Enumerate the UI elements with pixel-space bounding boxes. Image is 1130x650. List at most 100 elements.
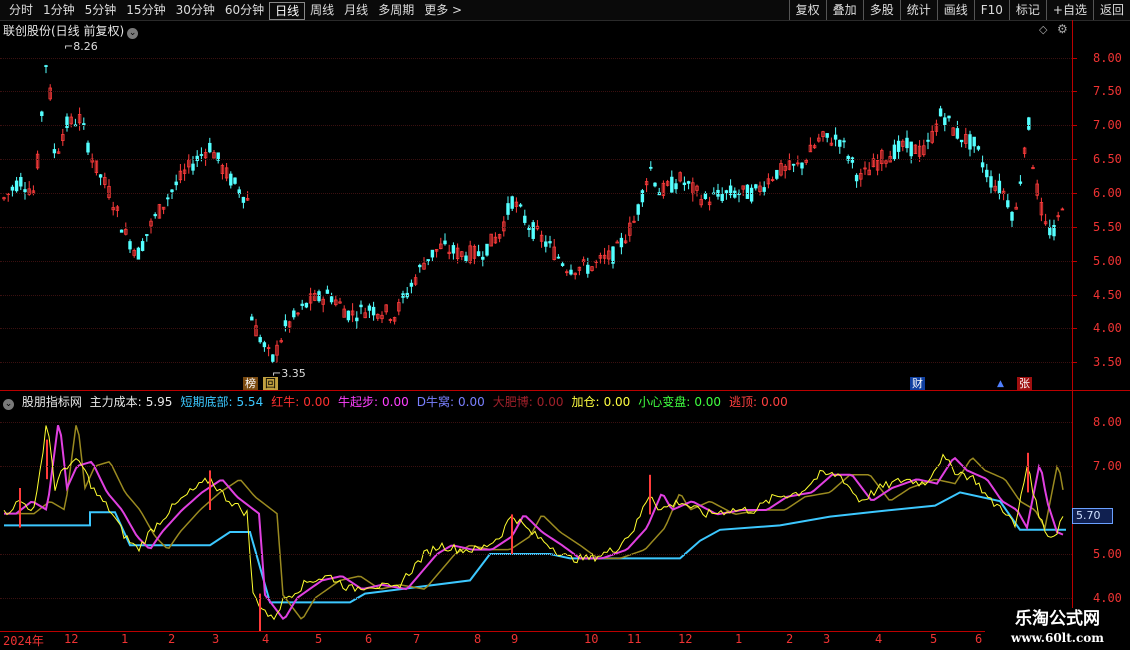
candle-body bbox=[586, 264, 590, 274]
candle-body bbox=[523, 215, 527, 223]
time-axis-label: 8 bbox=[474, 632, 482, 646]
return-badge[interactable]: 回 bbox=[263, 377, 278, 390]
candle-body bbox=[119, 229, 124, 233]
candle-body bbox=[985, 169, 989, 178]
indicator-name[interactable]: 股朋指标网 bbox=[22, 395, 82, 409]
time-axis-label: 4 bbox=[875, 632, 883, 646]
candle-body bbox=[825, 133, 829, 138]
candle-body bbox=[1010, 211, 1014, 221]
indicator-item: 大肥博: 0.00 bbox=[493, 395, 568, 409]
pane-divider[interactable] bbox=[0, 390, 1130, 391]
candle-body bbox=[674, 183, 678, 190]
up-triangle-icon[interactable]: ▲ bbox=[995, 378, 1006, 391]
low-label: 3.35 bbox=[281, 367, 306, 380]
candle-body bbox=[409, 282, 414, 287]
candle-body bbox=[556, 256, 561, 259]
axis-tick bbox=[1073, 58, 1077, 59]
candle-body bbox=[1027, 117, 1031, 130]
candle-body bbox=[485, 243, 489, 256]
rise-badge[interactable]: 张 bbox=[1017, 377, 1032, 390]
candle-body bbox=[972, 136, 976, 147]
indicator-item-label: 主力成本: bbox=[89, 395, 142, 409]
time-axis-label: 6 bbox=[365, 632, 373, 646]
indicator-values: 主力成本: 5.95 短期底部: 5.54 红牛: 0.00 牛起步: 0.00 D牛窝: 0.0… bbox=[90, 395, 796, 409]
axis-tick bbox=[1073, 159, 1077, 160]
candle-body bbox=[208, 142, 212, 153]
candle-body bbox=[653, 182, 657, 187]
candle-body bbox=[800, 162, 804, 169]
candle-body bbox=[262, 342, 267, 348]
kline-chart[interactable] bbox=[0, 0, 1072, 631]
toolbar-button-8[interactable]: 返回 bbox=[1092, 0, 1130, 20]
time-axis-label: 1 bbox=[735, 632, 743, 646]
candle-body bbox=[938, 108, 943, 117]
candle-body bbox=[443, 240, 447, 245]
candle-body bbox=[531, 222, 535, 239]
indicator-item-value: 5.54 bbox=[236, 395, 264, 409]
candle-body bbox=[892, 144, 897, 160]
indicator-item-value: 0.00 bbox=[694, 395, 722, 409]
candle-body bbox=[510, 196, 514, 209]
candle-body bbox=[451, 245, 456, 254]
candle-body bbox=[854, 174, 859, 182]
candle-body bbox=[560, 263, 565, 266]
candle-body bbox=[241, 196, 246, 203]
indicator-item-label: 加仓: bbox=[571, 395, 600, 409]
candle-body bbox=[304, 302, 309, 308]
candle-body bbox=[733, 190, 737, 198]
time-axis-label: 9 bbox=[511, 632, 519, 646]
grid-line bbox=[0, 91, 1072, 92]
candle-body bbox=[518, 204, 523, 207]
axis-tick bbox=[1073, 193, 1077, 194]
candle-body bbox=[506, 203, 510, 215]
grid-line bbox=[0, 159, 1072, 160]
main-axis-label: 4.00 bbox=[1093, 321, 1122, 335]
candle-body bbox=[1048, 227, 1052, 236]
time-axis-label: 1 bbox=[121, 632, 129, 646]
time-axis-label: 5 bbox=[930, 632, 938, 646]
candle-body bbox=[476, 251, 481, 257]
main-cost-line bbox=[4, 425, 1064, 620]
indicator-item-value: 0.00 bbox=[382, 395, 409, 409]
sub-axis-label: 7.00 bbox=[1093, 459, 1122, 473]
main-axis-label: 3.50 bbox=[1093, 355, 1122, 369]
candle-body bbox=[791, 163, 796, 166]
watermark-title: 乐淘公式网 bbox=[1015, 609, 1100, 629]
grid-line bbox=[0, 125, 1072, 126]
main-axis-label: 7.00 bbox=[1093, 118, 1122, 132]
watermark-url: www.60lt.com bbox=[1011, 631, 1104, 645]
candle-body bbox=[544, 241, 548, 247]
indicator-item-label: 红牛: bbox=[271, 395, 300, 409]
chevron-down-icon[interactable]: ⌄ bbox=[3, 399, 14, 410]
time-axis-label: 12 bbox=[678, 632, 693, 646]
grid-line bbox=[0, 261, 1072, 262]
time-axis-label: 11 bbox=[627, 632, 642, 646]
indicator-item-value: 0.00 bbox=[303, 395, 330, 409]
candle-body bbox=[300, 303, 304, 306]
axis-tick bbox=[1073, 91, 1077, 92]
time-axis-label: 4 bbox=[262, 632, 270, 646]
candle-body bbox=[754, 184, 758, 189]
candle-body bbox=[619, 237, 624, 248]
main-axis-label: 4.50 bbox=[1093, 288, 1122, 302]
finance-badge[interactable]: 财 bbox=[910, 377, 925, 390]
candle-body bbox=[569, 269, 573, 275]
candle-body bbox=[128, 241, 132, 250]
rank-badge[interactable]: 榜 bbox=[243, 377, 258, 390]
candle-body bbox=[976, 146, 981, 150]
high-label: 8.26 bbox=[73, 40, 98, 53]
grid-line bbox=[0, 295, 1072, 296]
main-axis-label: 7.50 bbox=[1093, 84, 1122, 98]
candle-body bbox=[145, 234, 149, 236]
candle-body bbox=[271, 354, 275, 362]
high-annotation: ⌐8.26 bbox=[64, 40, 98, 53]
watermark: 乐淘公式网 www.60lt.com bbox=[985, 608, 1130, 650]
time-axis-label: 2 bbox=[786, 632, 794, 646]
candle-body bbox=[174, 181, 178, 186]
candle-body bbox=[98, 174, 103, 178]
grid-line bbox=[0, 328, 1072, 329]
candle-body bbox=[86, 142, 90, 153]
candle-body bbox=[947, 115, 951, 119]
candle-body bbox=[355, 317, 359, 322]
main-axis-label: 6.50 bbox=[1093, 152, 1122, 166]
